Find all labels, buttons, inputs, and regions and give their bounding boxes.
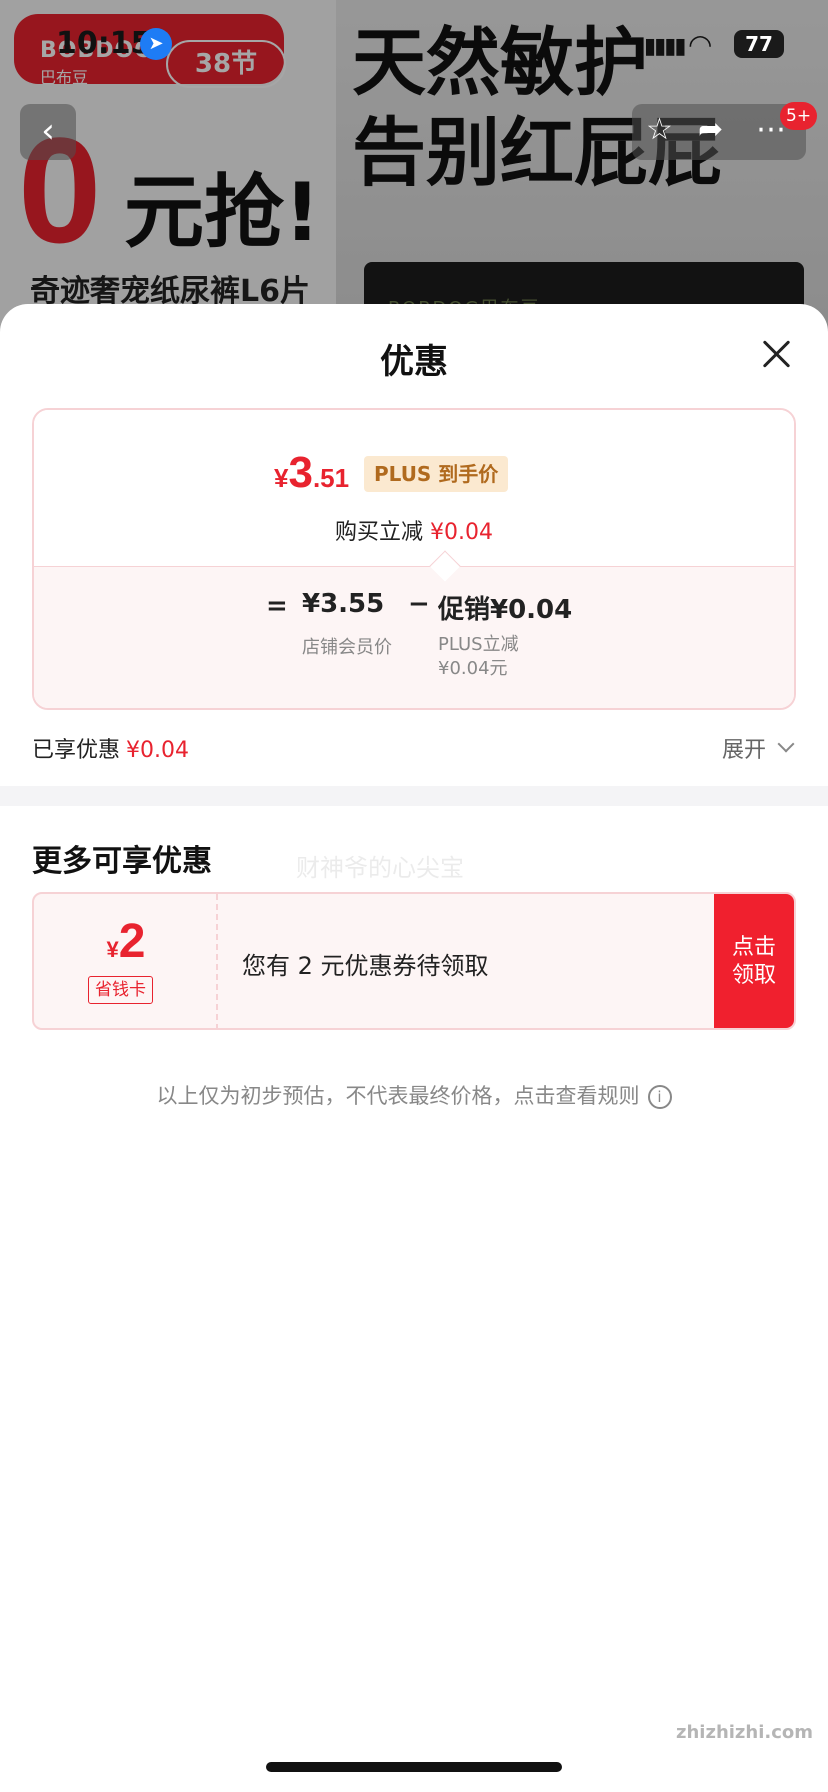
- member-price-label: 店铺会员价: [302, 637, 392, 658]
- back-button[interactable]: ‹: [20, 104, 76, 160]
- equals-sign: =: [266, 591, 288, 621]
- claim-coupon-button[interactable]: 点击 领取: [714, 894, 794, 1028]
- site-watermark: zhizhizhi.com: [676, 1722, 814, 1743]
- minus-sign: −: [408, 589, 430, 619]
- coupon-card[interactable]: ¥2 省钱卡 您有 2 元优惠券待领取 点击 领取: [32, 892, 796, 1030]
- plus-discount-detail: PLUS立减 ¥0.04元: [438, 633, 558, 681]
- enjoyed-discount-label: 已享优惠: [32, 738, 121, 763]
- home-indicator[interactable]: [266, 1762, 562, 1772]
- saving-card-tag: 省钱卡: [88, 976, 153, 1004]
- plus-price-tag: PLUS 到手价: [364, 456, 509, 492]
- coupon-description: 您有 2 元优惠券待领取: [242, 952, 489, 980]
- star-icon[interactable]: ☆: [646, 112, 673, 147]
- notification-badge: 5+: [780, 102, 818, 130]
- coupon-value-block: ¥2 省钱卡: [34, 894, 218, 1028]
- instant-discount-line: 购买立减 ¥0.04: [34, 514, 794, 546]
- sheet-title: 优惠: [380, 342, 448, 382]
- more-discounts-title: 更多可享优惠: [32, 844, 212, 879]
- plus-discount-label: PLUS立减: [438, 634, 519, 655]
- location-arrow-icon: ➤: [140, 28, 172, 60]
- final-price: ¥3.51: [274, 448, 349, 498]
- final-price-integer: 3: [288, 448, 313, 497]
- section-divider: [0, 786, 828, 806]
- price-disclaimer[interactable]: 以上仅为初步预估，不代表最终价格，点击查看规则 i: [0, 1080, 828, 1110]
- chevron-down-icon[interactable]: [777, 735, 795, 753]
- discount-sheet: 优惠 ¥3.51 PLUS 到手价 购买立减 ¥0.04 = ¥3.55 店铺会…: [0, 304, 828, 1792]
- instant-discount-value: ¥0.04: [430, 520, 493, 545]
- signal-icon: ▮▮▮▮: [644, 34, 686, 59]
- plus-discount-value: ¥0.04元: [438, 658, 508, 679]
- coupon-amount: ¥2: [34, 914, 218, 969]
- member-price: ¥3.55: [302, 589, 385, 619]
- price-breakdown: = ¥3.55 店铺会员价 − 促销¥0.04 PLUS立减 ¥0.04元: [34, 566, 794, 708]
- enjoyed-discount-value: ¥0.04: [126, 738, 189, 763]
- wifi-icon: ◠: [688, 28, 713, 61]
- battery-icon: 77: [734, 30, 784, 58]
- instant-discount-label: 购买立减: [335, 520, 424, 545]
- expand-button[interactable]: 展开: [722, 732, 766, 764]
- claim-label-line-2: 领取: [731, 963, 776, 988]
- watermark: 财神爷的心尖宝: [296, 854, 464, 882]
- coupon-currency: ¥: [106, 937, 119, 962]
- share-icon[interactable]: ➦: [698, 112, 723, 147]
- coupon-value: 2: [118, 915, 146, 968]
- disclaimer-text: 以上仅为初步预估，不代表最终价格，点击查看规则: [156, 1084, 640, 1108]
- claim-label-line-1: 点击: [731, 935, 776, 960]
- product-page-background: BOBDOG 巴布豆 38节 0 元抢! 奇迹奢宠纸尿裤L6片 天然敏护 告别红…: [0, 0, 828, 340]
- price-summary: ¥3.51 PLUS 到手价 购买立减 ¥0.04: [34, 410, 794, 566]
- close-icon[interactable]: [756, 334, 796, 374]
- info-icon[interactable]: i: [647, 1085, 672, 1109]
- enjoyed-discount: 已享优惠 ¥0.04: [32, 732, 189, 764]
- price-card: ¥3.51 PLUS 到手价 购买立减 ¥0.04 = ¥3.55 店铺会员价 …: [32, 408, 796, 710]
- promotion-value: 促销¥0.04: [438, 595, 573, 625]
- final-price-decimal: .51: [312, 463, 350, 493]
- final-price-currency: ¥: [274, 463, 289, 493]
- status-time: 10:15: [56, 26, 152, 61]
